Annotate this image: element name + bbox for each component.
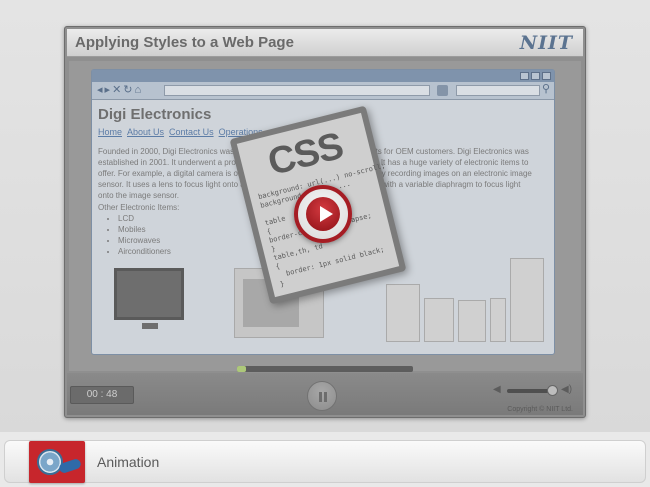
nav-link-contact: Contact Us <box>169 127 214 137</box>
browser-nav-icons: ◂▸✕↻⌂ <box>97 83 143 96</box>
brand-logo: NIIT <box>519 32 573 54</box>
appliances-image <box>386 258 546 342</box>
minimize-icon <box>520 72 529 80</box>
maximize-icon <box>531 72 540 80</box>
reel-graphic <box>37 449 63 475</box>
refresh-icon: ↻ <box>123 84 135 96</box>
pause-icon-bar-right <box>324 392 327 402</box>
progress-fill <box>237 366 246 372</box>
forward-arrow-icon: ▸ <box>104 84 113 96</box>
nav-link-about: About Us <box>127 127 165 137</box>
lcd-tv-image <box>114 268 184 320</box>
oven-image <box>424 298 454 342</box>
home-icon: ⌂ <box>134 84 144 96</box>
stage: Applying Styles to a Web Page NIIT ◂▸✕↻⌂ <box>0 0 650 432</box>
address-bar <box>164 85 430 96</box>
browser-toolbar: ◂▸✕↻⌂ ⚲ <box>92 82 554 100</box>
stop-icon: ✕ <box>112 84 124 96</box>
volume-icon[interactable]: ◀ <box>493 384 501 395</box>
bottom-bar: Animation <box>4 440 646 483</box>
film-reel-icon[interactable] <box>29 441 85 483</box>
player-controls: 00 : 48 ◀ ◀) Copyright © NIIT Ltd. <box>67 373 583 415</box>
page-title: Applying Styles to a Web Page <box>75 34 294 51</box>
play-button[interactable] <box>294 185 352 243</box>
nav-link-home: Home <box>98 127 123 137</box>
copyright-text: Copyright © NIIT Ltd. <box>507 406 573 413</box>
pause-button[interactable] <box>307 381 337 411</box>
player-title-bar: Applying Styles to a Web Page NIIT <box>67 29 583 57</box>
browser-search-box <box>456 85 540 96</box>
close-icon <box>542 72 551 80</box>
time-display: 00 : 48 <box>70 386 134 404</box>
washer-image <box>458 300 486 342</box>
browser-titlebar <box>92 70 554 82</box>
animation-label: Animation <box>97 454 160 470</box>
search-icon: ⚲ <box>542 83 551 95</box>
dryer-image <box>490 298 506 342</box>
progress-bar[interactable] <box>237 366 413 372</box>
fridge-image <box>386 284 420 342</box>
window-buttons <box>520 72 551 80</box>
rss-icon <box>437 85 448 96</box>
back-arrow-icon: ◂ <box>97 84 105 96</box>
pause-icon-bar-left <box>319 392 322 402</box>
volume-max-icon[interactable]: ◀) <box>561 384 572 395</box>
tall-fridge-image <box>510 258 544 342</box>
tv-stand <box>142 323 158 329</box>
volume-knob[interactable] <box>547 385 558 396</box>
